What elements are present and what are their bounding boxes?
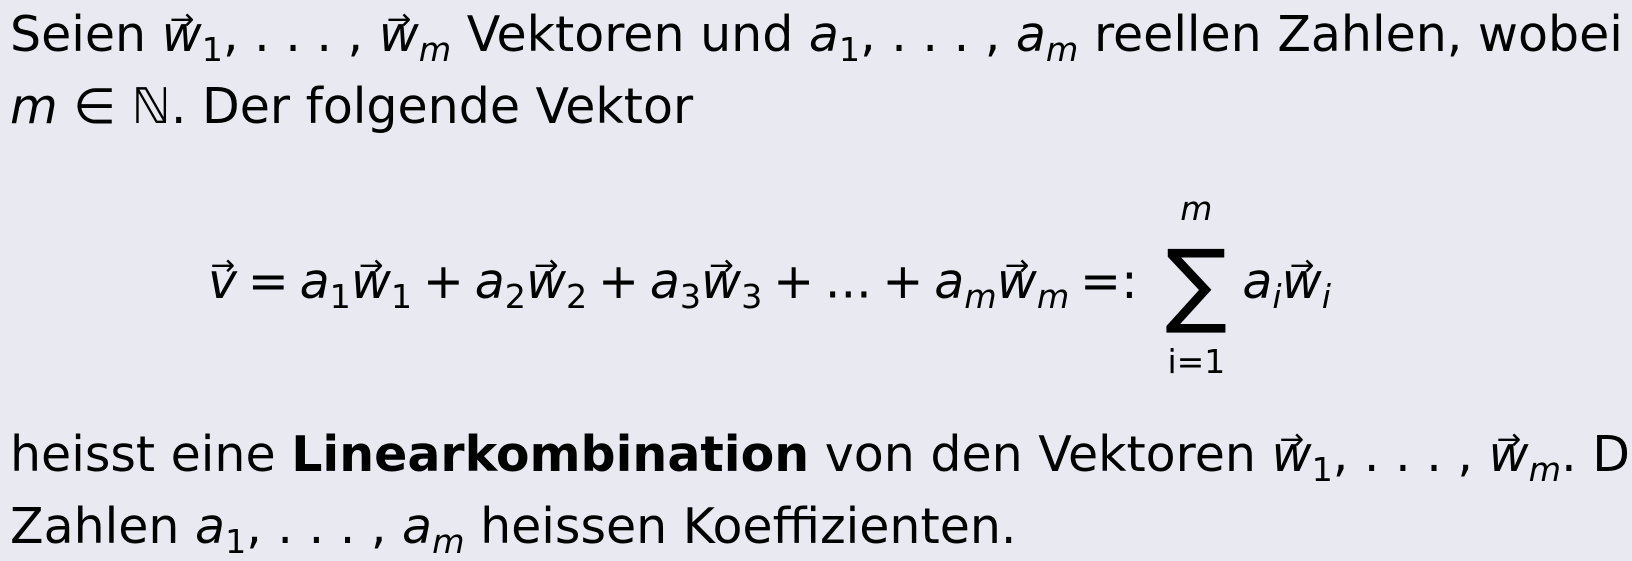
vector-w1: → w1 — [1271, 421, 1333, 489]
text-seien: Seien — [10, 6, 162, 63]
term-a3w3: a3 → w3 — [649, 248, 763, 316]
text-vektoren-und: Vektoren und — [451, 6, 809, 63]
text-von-den-vektoren: von den Vektoren — [809, 426, 1272, 483]
text-die: . Die — [1561, 426, 1632, 483]
term-linearkombination: Linearkombination — [291, 426, 810, 483]
text-heissen-koeffizienten: heissen Koeffizienten. — [464, 498, 1017, 555]
scalar-am: am — [1015, 6, 1079, 69]
comma-dots: , . . . , — [860, 6, 1016, 63]
vector-wm: → wm — [1488, 421, 1562, 489]
paragraph-line-2: m ∈ ℕ. Der folgende Vektor — [10, 82, 693, 131]
comma-dots: , . . . , — [1332, 426, 1489, 483]
scalar-a1: a1 — [195, 498, 247, 561]
term-aiwi: ai → wi — [1242, 248, 1332, 316]
text-heisst-eine: heisst eine — [10, 426, 292, 483]
vector-wm: → wm — [378, 1, 452, 69]
plus-sign: + — [422, 252, 464, 310]
vector-v: → v — [208, 248, 237, 310]
paragraph-line-1: Seien → w1, . . . , → wm Vektoren und a1, … — [10, 4, 1623, 66]
plus-sign: + — [882, 252, 924, 310]
in-naturals: ∈ ℕ — [57, 78, 171, 135]
equals-sign: = — [247, 252, 289, 310]
paragraph-line-3: heisst eine Linearkombination von den Ve… — [10, 424, 1632, 486]
term-a2w2: a2 → w2 — [474, 248, 588, 316]
text-reellen-zahlen: reellen Zahlen, wobei — [1078, 6, 1623, 63]
linear-combination-formula: → v = a1 → w1 + a2 → w2 + a3 → w3 +... + am → wm =: m ∑ i=1 ai →… — [208, 192, 1332, 378]
text-der-folgende-vektor: . Der folgende Vektor — [170, 78, 694, 135]
term-amwm: am → wm — [934, 248, 1070, 316]
text-zahlen: Zahlen — [10, 498, 196, 555]
sum-upper-limit: m — [1180, 189, 1213, 228]
scalar-a1: a1 — [808, 6, 861, 69]
definition-slide: Seien → w1, . . . , → wm Vektoren und a1, … — [0, 0, 1632, 558]
comma-dots: , . . . , — [246, 498, 403, 555]
sum-lower-limit: i=1 — [1167, 342, 1226, 381]
summation: m ∑ i=1 — [1156, 192, 1236, 378]
plus-sign: + — [773, 252, 815, 310]
definition-sign: =: — [1080, 252, 1138, 310]
sigma-symbol: ∑ — [1165, 230, 1228, 337]
paragraph-line-4: Zahlen a1, . . . , am heissen Koeffizien… — [10, 502, 1016, 558]
plus-sign: + — [597, 252, 640, 310]
term-a1w1: a1 → w1 — [299, 248, 413, 316]
vector-w1: → w1 — [161, 1, 223, 69]
ellipsis: ... — [824, 252, 872, 310]
scalar-am: am — [402, 498, 465, 561]
comma-dots: , . . . , — [222, 6, 379, 63]
symbol-m: m — [10, 78, 58, 135]
